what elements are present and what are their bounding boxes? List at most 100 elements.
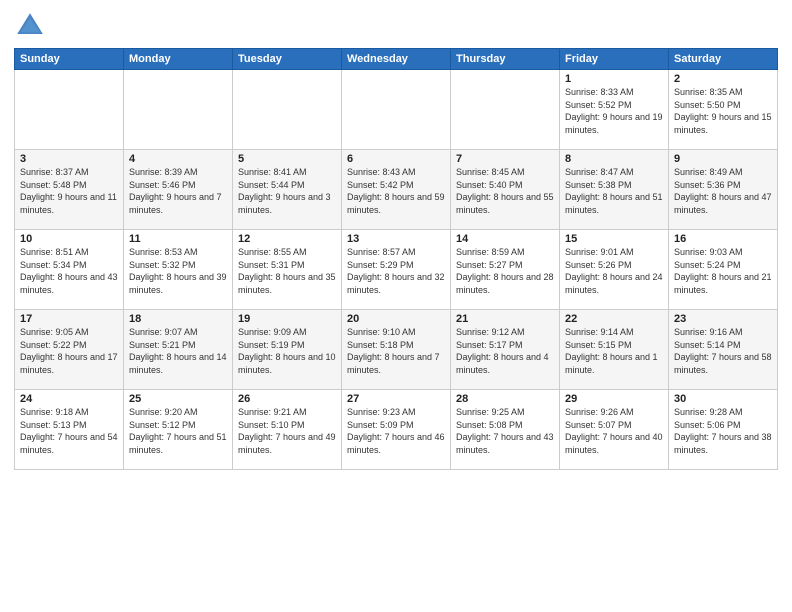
- calendar-cell: 9Sunrise: 8:49 AM Sunset: 5:36 PM Daylig…: [669, 150, 778, 230]
- calendar-header-thursday: Thursday: [451, 49, 560, 70]
- logo-icon: [14, 10, 46, 42]
- calendar-cell: 18Sunrise: 9:07 AM Sunset: 5:21 PM Dayli…: [124, 310, 233, 390]
- calendar-cell: [451, 70, 560, 150]
- day-number: 17: [20, 313, 118, 325]
- day-number: 13: [347, 233, 445, 245]
- day-info: Sunrise: 9:12 AM Sunset: 5:17 PM Dayligh…: [456, 326, 554, 376]
- day-info: Sunrise: 9:03 AM Sunset: 5:24 PM Dayligh…: [674, 246, 772, 296]
- day-number: 4: [129, 153, 227, 165]
- day-number: 10: [20, 233, 118, 245]
- day-number: 3: [20, 153, 118, 165]
- calendar-cell: 15Sunrise: 9:01 AM Sunset: 5:26 PM Dayli…: [560, 230, 669, 310]
- day-info: Sunrise: 9:14 AM Sunset: 5:15 PM Dayligh…: [565, 326, 663, 376]
- calendar-cell: 16Sunrise: 9:03 AM Sunset: 5:24 PM Dayli…: [669, 230, 778, 310]
- calendar-cell: 12Sunrise: 8:55 AM Sunset: 5:31 PM Dayli…: [233, 230, 342, 310]
- day-number: 20: [347, 313, 445, 325]
- day-info: Sunrise: 9:01 AM Sunset: 5:26 PM Dayligh…: [565, 246, 663, 296]
- day-info: Sunrise: 8:49 AM Sunset: 5:36 PM Dayligh…: [674, 166, 772, 216]
- calendar-header-saturday: Saturday: [669, 49, 778, 70]
- day-number: 18: [129, 313, 227, 325]
- calendar-header-row: SundayMondayTuesdayWednesdayThursdayFrid…: [15, 49, 778, 70]
- day-number: 26: [238, 393, 336, 405]
- day-info: Sunrise: 8:51 AM Sunset: 5:34 PM Dayligh…: [20, 246, 118, 296]
- day-info: Sunrise: 8:33 AM Sunset: 5:52 PM Dayligh…: [565, 86, 663, 136]
- calendar-cell: [124, 70, 233, 150]
- day-number: 16: [674, 233, 772, 245]
- day-info: Sunrise: 9:25 AM Sunset: 5:08 PM Dayligh…: [456, 406, 554, 456]
- calendar-week-2: 10Sunrise: 8:51 AM Sunset: 5:34 PM Dayli…: [15, 230, 778, 310]
- day-info: Sunrise: 9:07 AM Sunset: 5:21 PM Dayligh…: [129, 326, 227, 376]
- calendar-cell: 7Sunrise: 8:45 AM Sunset: 5:40 PM Daylig…: [451, 150, 560, 230]
- day-number: 2: [674, 73, 772, 85]
- day-info: Sunrise: 8:47 AM Sunset: 5:38 PM Dayligh…: [565, 166, 663, 216]
- calendar-cell: 4Sunrise: 8:39 AM Sunset: 5:46 PM Daylig…: [124, 150, 233, 230]
- calendar-cell: 25Sunrise: 9:20 AM Sunset: 5:12 PM Dayli…: [124, 390, 233, 470]
- day-info: Sunrise: 8:59 AM Sunset: 5:27 PM Dayligh…: [456, 246, 554, 296]
- day-info: Sunrise: 9:26 AM Sunset: 5:07 PM Dayligh…: [565, 406, 663, 456]
- calendar-header-friday: Friday: [560, 49, 669, 70]
- day-number: 22: [565, 313, 663, 325]
- day-number: 30: [674, 393, 772, 405]
- calendar-week-4: 24Sunrise: 9:18 AM Sunset: 5:13 PM Dayli…: [15, 390, 778, 470]
- day-info: Sunrise: 8:37 AM Sunset: 5:48 PM Dayligh…: [20, 166, 118, 216]
- day-info: Sunrise: 9:10 AM Sunset: 5:18 PM Dayligh…: [347, 326, 445, 376]
- day-info: Sunrise: 9:21 AM Sunset: 5:10 PM Dayligh…: [238, 406, 336, 456]
- calendar-cell: 13Sunrise: 8:57 AM Sunset: 5:29 PM Dayli…: [342, 230, 451, 310]
- calendar-cell: 30Sunrise: 9:28 AM Sunset: 5:06 PM Dayli…: [669, 390, 778, 470]
- calendar-cell: [342, 70, 451, 150]
- day-number: 24: [20, 393, 118, 405]
- day-number: 11: [129, 233, 227, 245]
- day-info: Sunrise: 8:45 AM Sunset: 5:40 PM Dayligh…: [456, 166, 554, 216]
- day-info: Sunrise: 8:53 AM Sunset: 5:32 PM Dayligh…: [129, 246, 227, 296]
- calendar-cell: 20Sunrise: 9:10 AM Sunset: 5:18 PM Dayli…: [342, 310, 451, 390]
- day-number: 5: [238, 153, 336, 165]
- calendar-week-0: 1Sunrise: 8:33 AM Sunset: 5:52 PM Daylig…: [15, 70, 778, 150]
- calendar-cell: 11Sunrise: 8:53 AM Sunset: 5:32 PM Dayli…: [124, 230, 233, 310]
- day-number: 7: [456, 153, 554, 165]
- day-info: Sunrise: 8:43 AM Sunset: 5:42 PM Dayligh…: [347, 166, 445, 216]
- day-number: 8: [565, 153, 663, 165]
- calendar-table: SundayMondayTuesdayWednesdayThursdayFrid…: [14, 48, 778, 470]
- day-info: Sunrise: 8:35 AM Sunset: 5:50 PM Dayligh…: [674, 86, 772, 136]
- day-number: 19: [238, 313, 336, 325]
- calendar-cell: 1Sunrise: 8:33 AM Sunset: 5:52 PM Daylig…: [560, 70, 669, 150]
- calendar-header-sunday: Sunday: [15, 49, 124, 70]
- day-info: Sunrise: 8:39 AM Sunset: 5:46 PM Dayligh…: [129, 166, 227, 216]
- calendar-header-wednesday: Wednesday: [342, 49, 451, 70]
- calendar-cell: 19Sunrise: 9:09 AM Sunset: 5:19 PM Dayli…: [233, 310, 342, 390]
- day-number: 9: [674, 153, 772, 165]
- calendar-header-monday: Monday: [124, 49, 233, 70]
- calendar-week-3: 17Sunrise: 9:05 AM Sunset: 5:22 PM Dayli…: [15, 310, 778, 390]
- calendar-cell: [233, 70, 342, 150]
- day-number: 27: [347, 393, 445, 405]
- day-number: 21: [456, 313, 554, 325]
- day-number: 29: [565, 393, 663, 405]
- day-info: Sunrise: 9:23 AM Sunset: 5:09 PM Dayligh…: [347, 406, 445, 456]
- calendar-cell: 6Sunrise: 8:43 AM Sunset: 5:42 PM Daylig…: [342, 150, 451, 230]
- calendar-cell: 3Sunrise: 8:37 AM Sunset: 5:48 PM Daylig…: [15, 150, 124, 230]
- day-number: 23: [674, 313, 772, 325]
- day-number: 28: [456, 393, 554, 405]
- day-info: Sunrise: 8:57 AM Sunset: 5:29 PM Dayligh…: [347, 246, 445, 296]
- day-number: 6: [347, 153, 445, 165]
- calendar-cell: [15, 70, 124, 150]
- logo: [14, 10, 50, 42]
- day-info: Sunrise: 8:55 AM Sunset: 5:31 PM Dayligh…: [238, 246, 336, 296]
- day-number: 14: [456, 233, 554, 245]
- day-info: Sunrise: 8:41 AM Sunset: 5:44 PM Dayligh…: [238, 166, 336, 216]
- calendar-cell: 14Sunrise: 8:59 AM Sunset: 5:27 PM Dayli…: [451, 230, 560, 310]
- calendar-cell: 17Sunrise: 9:05 AM Sunset: 5:22 PM Dayli…: [15, 310, 124, 390]
- calendar-cell: 23Sunrise: 9:16 AM Sunset: 5:14 PM Dayli…: [669, 310, 778, 390]
- calendar-week-1: 3Sunrise: 8:37 AM Sunset: 5:48 PM Daylig…: [15, 150, 778, 230]
- calendar-cell: 28Sunrise: 9:25 AM Sunset: 5:08 PM Dayli…: [451, 390, 560, 470]
- day-info: Sunrise: 9:05 AM Sunset: 5:22 PM Dayligh…: [20, 326, 118, 376]
- calendar-cell: 5Sunrise: 8:41 AM Sunset: 5:44 PM Daylig…: [233, 150, 342, 230]
- header: [14, 10, 778, 42]
- day-number: 15: [565, 233, 663, 245]
- calendar-cell: 27Sunrise: 9:23 AM Sunset: 5:09 PM Dayli…: [342, 390, 451, 470]
- day-info: Sunrise: 9:16 AM Sunset: 5:14 PM Dayligh…: [674, 326, 772, 376]
- day-info: Sunrise: 9:28 AM Sunset: 5:06 PM Dayligh…: [674, 406, 772, 456]
- calendar-cell: 22Sunrise: 9:14 AM Sunset: 5:15 PM Dayli…: [560, 310, 669, 390]
- day-number: 25: [129, 393, 227, 405]
- calendar-cell: 24Sunrise: 9:18 AM Sunset: 5:13 PM Dayli…: [15, 390, 124, 470]
